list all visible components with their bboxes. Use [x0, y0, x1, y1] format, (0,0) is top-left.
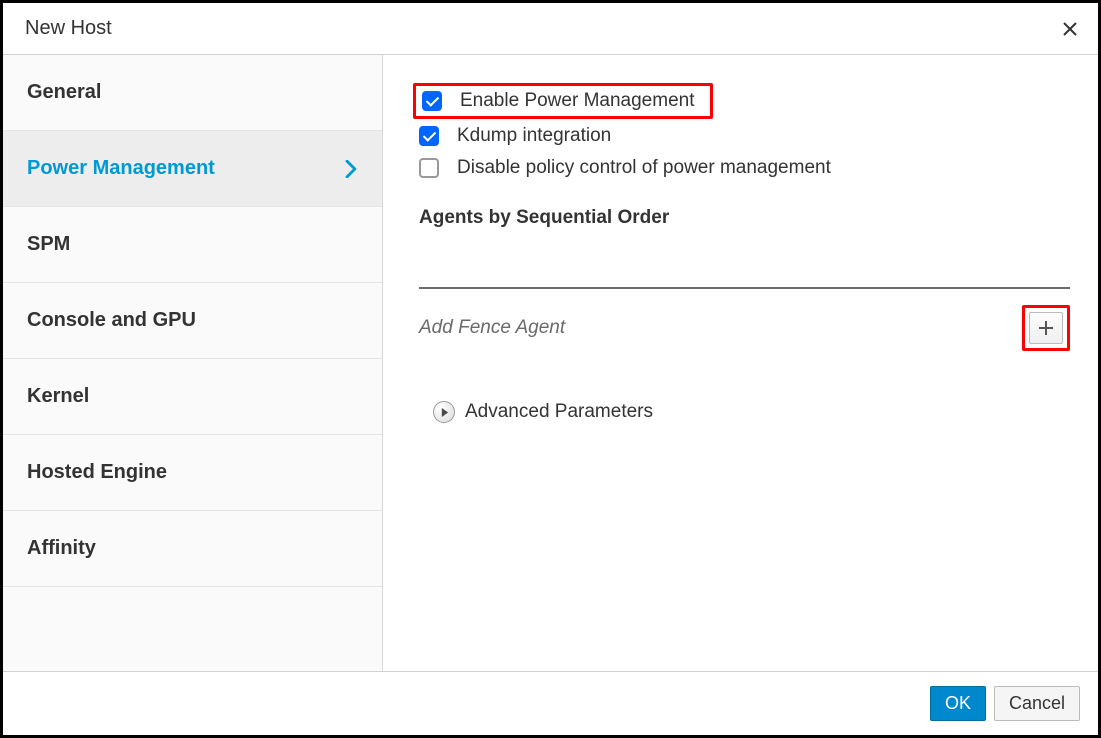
add-fence-agent-row: Add Fence Agent [419, 305, 1070, 351]
sidebar-item-label: Console and GPU [27, 309, 196, 332]
kdump-label: Kdump integration [457, 125, 611, 147]
sidebar-item-label: Kernel [27, 385, 89, 408]
sidebar-item-label: Affinity [27, 537, 96, 560]
sidebar-item-label: SPM [27, 233, 70, 256]
content-pane: Enable Power Management Kdump integratio… [383, 55, 1098, 671]
sidebar-item-affinity[interactable]: Affinity [3, 511, 382, 587]
dialog-title: New Host [25, 17, 112, 40]
dialog-footer: OK Cancel [3, 671, 1098, 735]
enable-pm-label: Enable Power Management [460, 90, 694, 112]
advanced-parameters-label: Advanced Parameters [465, 401, 653, 423]
sidebar: General Power Management SPM Console and… [3, 55, 383, 671]
sidebar-item-spm[interactable]: SPM [3, 207, 382, 283]
advanced-parameters-toggle[interactable]: Advanced Parameters [433, 401, 1070, 423]
kdump-checkbox[interactable] [419, 126, 439, 146]
divider [419, 287, 1070, 289]
sidebar-item-hosted-engine[interactable]: Hosted Engine [3, 435, 382, 511]
dialog-body: General Power Management SPM Console and… [3, 55, 1098, 671]
cancel-button[interactable]: Cancel [994, 686, 1080, 721]
sidebar-item-general[interactable]: General [3, 55, 382, 131]
add-fence-agent-label: Add Fence Agent [419, 317, 565, 339]
enable-pm-checkbox[interactable] [422, 91, 442, 111]
chevron-right-icon [345, 160, 358, 178]
expand-icon [433, 401, 455, 423]
disable-policy-row: Disable policy control of power manageme… [419, 157, 1070, 179]
sidebar-item-label: General [27, 81, 101, 104]
add-fence-agent-highlight [1022, 305, 1070, 351]
sidebar-item-label: Hosted Engine [27, 461, 167, 484]
plus-icon [1039, 321, 1053, 335]
disable-policy-label: Disable policy control of power manageme… [457, 157, 831, 179]
agents-heading: Agents by Sequential Order [419, 207, 1070, 229]
sidebar-item-console-gpu[interactable]: Console and GPU [3, 283, 382, 359]
dialog-header: New Host [3, 3, 1098, 55]
enable-pm-row: Enable Power Management [413, 83, 713, 119]
add-fence-agent-button[interactable] [1029, 312, 1063, 344]
close-icon[interactable] [1060, 19, 1080, 39]
sidebar-item-power-management[interactable]: Power Management [3, 131, 382, 207]
ok-button[interactable]: OK [930, 686, 986, 721]
sidebar-item-kernel[interactable]: Kernel [3, 359, 382, 435]
sidebar-item-label: Power Management [27, 157, 215, 180]
kdump-row: Kdump integration [419, 125, 1070, 147]
disable-policy-checkbox[interactable] [419, 158, 439, 178]
